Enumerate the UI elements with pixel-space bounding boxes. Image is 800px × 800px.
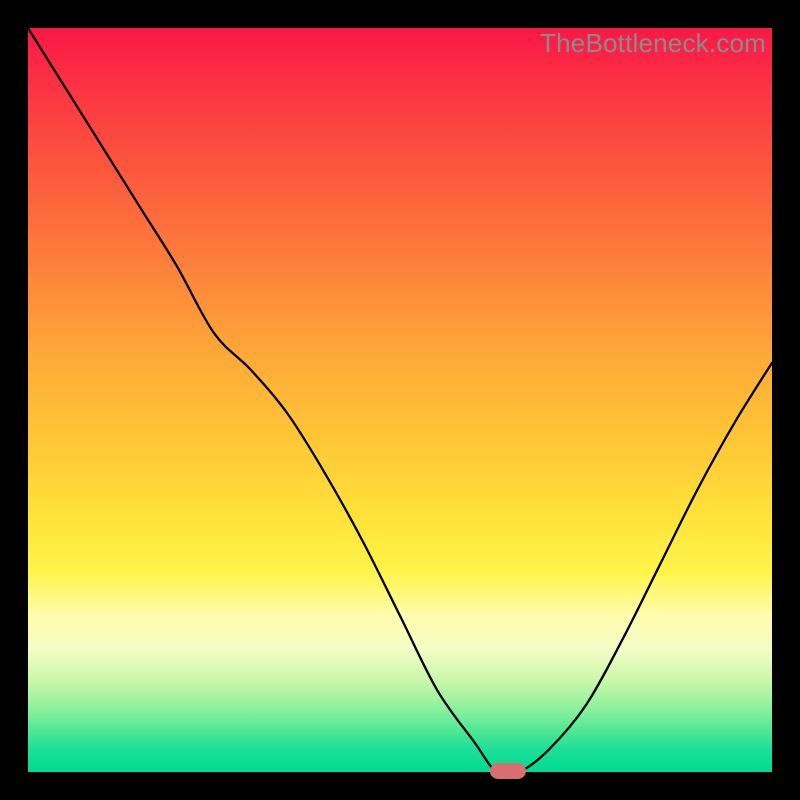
chart-frame: TheBottleneck.com	[0, 0, 800, 800]
bottleneck-curve	[28, 28, 772, 772]
watermark-text: TheBottleneck.com	[540, 28, 766, 59]
plot-area	[28, 28, 772, 772]
curve-path	[28, 28, 772, 772]
optimal-marker	[490, 763, 526, 779]
